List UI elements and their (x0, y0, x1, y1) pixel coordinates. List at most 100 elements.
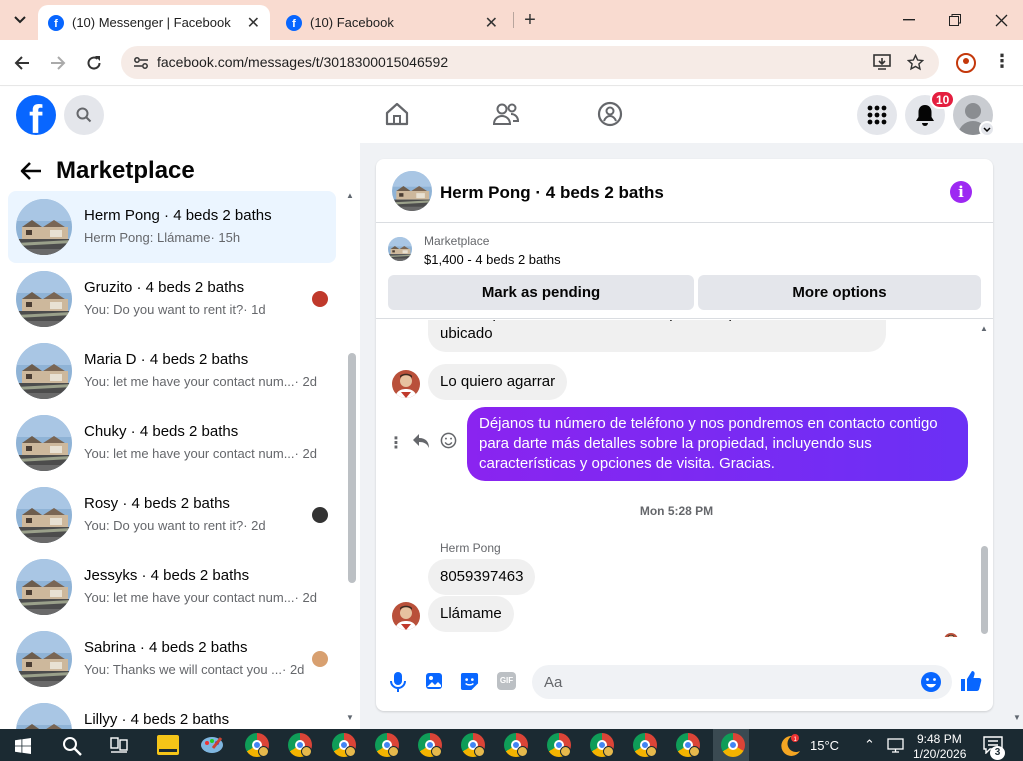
tray-overflow-icon[interactable]: ⌃ (864, 737, 875, 753)
chrome-profile-app-icon[interactable] (547, 733, 571, 757)
bookmark-star-icon[interactable] (907, 54, 924, 71)
minimize-button[interactable] (886, 0, 932, 40)
listing-detail[interactable]: $1,400 - 4 beds 2 baths (424, 252, 561, 267)
back-arrow-button[interactable] (20, 161, 42, 183)
emoji-icon[interactable] (920, 671, 942, 693)
conversation-item[interactable]: Chuky · 4 beds 2 baths You: let me have y… (8, 407, 336, 479)
listing-thumbnail (16, 631, 72, 687)
chrome-profile-app-icon[interactable] (245, 733, 269, 757)
facebook-logo[interactable]: f (16, 95, 56, 135)
chrome-profile-app-icon[interactable] (332, 733, 356, 757)
message-bubble[interactable]: 8059397463 (428, 559, 536, 595)
mark-as-pending-button[interactable]: Mark as pending (388, 275, 694, 310)
task-view-icon[interactable] (110, 737, 128, 754)
chrome-profile-app-icon[interactable] (504, 733, 528, 757)
sidebar-scrollbar[interactable] (348, 353, 356, 583)
message-bubble[interactable]: Lo quiero agarrar (428, 364, 568, 400)
close-tab-icon[interactable]: ✕ (485, 13, 498, 33)
browser-menu-icon[interactable]: ⋮ (990, 52, 1014, 74)
account-chevron-icon[interactable] (979, 121, 995, 137)
close-window-button[interactable] (978, 0, 1023, 40)
conversation-item[interactable]: Gruzito · 4 beds 2 baths You: Do you want… (8, 263, 336, 335)
chrome-profile-app-icon[interactable] (590, 733, 614, 757)
site-settings-icon[interactable] (133, 55, 149, 71)
house-image-icon (16, 559, 72, 615)
chrome-profile-app-icon[interactable] (461, 733, 485, 757)
sender-avatar[interactable] (392, 370, 420, 398)
facebook-favicon-icon: f (286, 14, 302, 31)
house-image-icon (392, 171, 432, 211)
reload-button[interactable] (80, 49, 108, 77)
more-actions-icon[interactable]: ⋮ (388, 433, 404, 453)
conversation-item[interactable]: Maria D · 4 beds 2 baths You: let me have… (8, 335, 336, 407)
tab-list-button[interactable] (6, 6, 34, 34)
conversation-item[interactable]: Jessyks · 4 beds 2 baths You: let me have… (8, 551, 336, 623)
tab-messenger[interactable]: f (10) Messenger | Facebook ✕ (38, 5, 270, 40)
forward-button[interactable] (44, 49, 72, 77)
search-button[interactable] (64, 95, 104, 135)
search-icon[interactable] (62, 736, 82, 756)
new-tab-button[interactable]: + (516, 6, 544, 34)
chrome-profile-app-icon[interactable] (375, 733, 399, 757)
my-message-bubble[interactable]: Déjanos tu número de teléfono y nos pond… (467, 407, 968, 481)
network-icon[interactable] (887, 738, 904, 753)
friends-nav-button[interactable] (492, 101, 520, 129)
close-tab-icon[interactable]: ✕ (247, 13, 260, 33)
profile-icon[interactable] (956, 53, 976, 73)
react-emoji-icon[interactable] (440, 432, 457, 449)
groups-nav-button[interactable] (597, 101, 625, 129)
chrome-profile-app-icon[interactable] (418, 733, 442, 757)
reply-icon[interactable] (412, 433, 430, 449)
sender-avatar[interactable] (392, 602, 420, 630)
mic-icon[interactable] (390, 672, 406, 692)
back-button[interactable] (8, 49, 36, 77)
conversation-item[interactable]: Lillyy · 4 beds 2 baths (8, 695, 336, 729)
tab-facebook[interactable]: f (10) Facebook ✕ (276, 5, 512, 40)
like-icon[interactable] (960, 670, 982, 692)
message-bubble[interactable]: Llámame (428, 596, 514, 632)
chat-header: Herm Pong · 4 beds 2 baths i (376, 159, 993, 223)
chat-title[interactable]: Herm Pong · 4 beds 2 baths (440, 183, 664, 203)
read-receipt-avatar (944, 633, 958, 637)
sticker-icon[interactable] (460, 672, 479, 691)
more-options-button[interactable]: More options (698, 275, 981, 310)
scroll-up-icon[interactable]: ▲ (346, 191, 354, 200)
tab-divider (513, 12, 514, 28)
conversation-preview: You: let me have your contact num...· 2d (84, 446, 317, 461)
gif-icon[interactable]: GIF (497, 672, 516, 690)
menu-button[interactable] (857, 95, 897, 135)
home-nav-button[interactable] (384, 101, 412, 129)
thread-scrollbar[interactable]: ▲ ▼ (979, 320, 989, 637)
conversation-item[interactable]: Herm Pong · 4 beds 2 baths Herm Pong: Llá… (8, 191, 336, 263)
preview-text: You: let me have your contact num... (84, 374, 295, 389)
house-image-icon (16, 415, 72, 471)
address-bar[interactable]: facebook.com/messages/t/3018300015046592 (121, 46, 939, 79)
chrome-profile-app-icon[interactable] (288, 733, 312, 757)
weather-moon-icon[interactable]: 1 (778, 734, 802, 756)
sticky-notes-icon[interactable] (157, 735, 179, 755)
preview-text: You: Do you want to rent it? (84, 518, 244, 533)
chrome-profile-app-icon[interactable] (633, 733, 657, 757)
paint-app-icon[interactable] (199, 734, 225, 756)
conversation-preview: You: let me have your contact num...· 2d (84, 590, 317, 605)
conversation-item[interactable]: Rosy · 4 beds 2 baths You: Do you want to… (8, 479, 336, 551)
listing-thumbnail[interactable] (388, 237, 412, 261)
conversation-item[interactable]: Sabrina · 4 beds 2 baths You: Thanks we w… (8, 623, 336, 695)
install-app-icon[interactable] (873, 54, 891, 71)
clock-time: 9:48 PM (917, 732, 962, 746)
page-scroll-down-icon[interactable]: ▼ (1013, 713, 1021, 722)
preview-time: · 2d (294, 590, 317, 605)
chrome-app-icon[interactable] (721, 733, 745, 757)
info-icon[interactable]: i (950, 181, 972, 203)
home-icon (385, 102, 409, 126)
restore-button[interactable] (932, 0, 978, 40)
chat-listing-thumbnail[interactable] (392, 171, 432, 211)
message-input[interactable]: Aa (532, 665, 952, 699)
windows-taskbar: 1 15°C ⌃ 9:48 PM 1/20/2026 3 (0, 729, 1023, 761)
message-bubble[interactable]: Ok. Me puede mantar la direccion para ve… (428, 320, 886, 352)
windows-start-icon[interactable] (15, 738, 31, 754)
chrome-profile-app-icon[interactable] (676, 733, 700, 757)
scroll-down-icon[interactable]: ▼ (346, 713, 354, 722)
groups-icon (597, 101, 623, 127)
image-icon[interactable] (425, 672, 443, 690)
